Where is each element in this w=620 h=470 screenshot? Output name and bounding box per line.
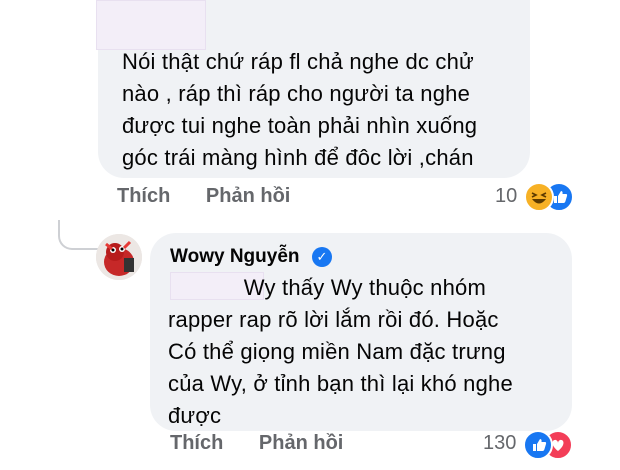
- reply-text: Wy thấy Wy thuộc nhóm rapper rap rõ lời …: [168, 275, 513, 428]
- comment-text: Nói thật chứ ráp fl chả nghe dc chử nào …: [122, 49, 478, 170]
- like-button[interactable]: Thích: [117, 185, 170, 207]
- avatar[interactable]: [96, 234, 142, 280]
- reply-actions: Thích Phản hồi: [170, 432, 373, 455]
- reply-button[interactable]: Phản hồi: [206, 185, 290, 207]
- thread-connector: [58, 220, 104, 250]
- comment-actions: Thích Phản hồi: [117, 185, 320, 208]
- reply-author-name[interactable]: Wowy Nguyễn: [170, 246, 300, 268]
- like-button[interactable]: Thích: [170, 432, 223, 454]
- reply-button[interactable]: Phản hồi: [259, 432, 343, 454]
- laugh-icon: [524, 182, 554, 212]
- verified-badge-icon: ✓: [312, 247, 332, 267]
- reaction-count[interactable]: 130: [483, 432, 516, 455]
- redacted-author-name: [96, 0, 206, 50]
- like-icon: [523, 430, 553, 460]
- reaction-count[interactable]: 10: [495, 185, 517, 208]
